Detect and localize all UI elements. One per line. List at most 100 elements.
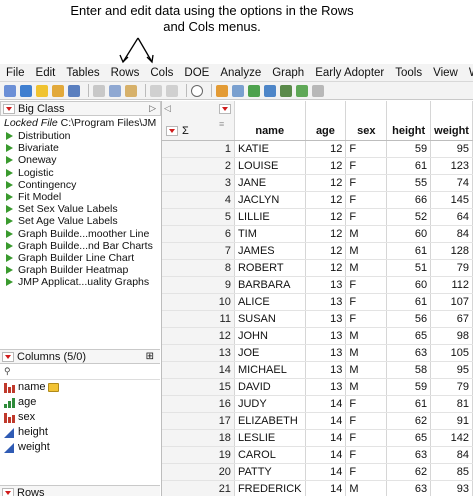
journal-icon[interactable]	[150, 84, 162, 97]
cell-height[interactable]: 61	[386, 157, 432, 175]
cell-name[interactable]: JUDY	[234, 395, 306, 413]
cell-age[interactable]: 14	[305, 480, 347, 496]
menu-edit[interactable]: Edit	[30, 67, 61, 79]
table-script-item[interactable]: Bivariate	[0, 142, 161, 154]
table-row[interactable]: 1 KATIE 12 F 59 95	[162, 140, 473, 158]
cell-height[interactable]: 62	[386, 412, 432, 430]
column-item-age[interactable]: age	[0, 395, 160, 410]
row-number[interactable]: 1	[162, 140, 235, 158]
cell-height[interactable]: 63	[386, 344, 432, 362]
new-data-table-icon[interactable]	[4, 84, 16, 97]
table-script-item[interactable]: Contingency	[0, 179, 161, 191]
cell-name[interactable]: JOHN	[234, 327, 306, 345]
cell-age[interactable]: 13	[305, 378, 347, 396]
row-number[interactable]: 7	[162, 242, 235, 260]
cell-name[interactable]: TIM	[234, 225, 306, 243]
red-triangle-menu-icon[interactable]	[166, 126, 178, 136]
cell-name[interactable]: DAVID	[234, 378, 306, 396]
table-row[interactable]: 19 CAROL 14 F 63 84	[162, 446, 473, 464]
cut-icon[interactable]	[93, 84, 105, 97]
filter-icon[interactable]: ≡	[219, 119, 224, 129]
menu-cols[interactable]: Cols	[144, 67, 178, 79]
run-script-icon[interactable]	[6, 205, 13, 214]
sigma-icon[interactable]: Σ	[182, 125, 189, 137]
cell-age[interactable]: 12	[305, 157, 347, 175]
table-script-item[interactable]: Graph Builde...nd Bar Charts	[0, 240, 161, 252]
row-number[interactable]: 14	[162, 361, 235, 379]
cell-weight[interactable]: 67	[430, 310, 473, 328]
cell-weight[interactable]: 105	[430, 344, 473, 362]
table-row[interactable]: 17 ELIZABETH 14 F 62 91	[162, 412, 473, 430]
new-project-icon[interactable]	[36, 84, 48, 97]
table-script-item[interactable]: Distribution	[0, 130, 161, 142]
cell-age[interactable]: 13	[305, 293, 347, 311]
data-table-icon[interactable]	[216, 84, 228, 97]
cell-name[interactable]: PATTY	[234, 463, 306, 481]
cell-sex[interactable]: F	[345, 463, 388, 481]
row-number[interactable]: 12	[162, 327, 235, 345]
cell-height[interactable]: 51	[386, 259, 432, 277]
cell-sex[interactable]: F	[345, 412, 388, 430]
cell-age[interactable]: 12	[305, 225, 347, 243]
row-number[interactable]: 16	[162, 395, 235, 413]
cell-sex[interactable]: M	[345, 259, 388, 277]
cell-weight[interactable]: 85	[430, 463, 473, 481]
copy-icon[interactable]	[109, 84, 121, 97]
cell-sex[interactable]: F	[345, 310, 388, 328]
table-row[interactable]: 4 JACLYN 12 F 66 145	[162, 191, 473, 209]
table-row[interactable]: 11 SUSAN 13 F 56 67	[162, 310, 473, 328]
column-item-weight[interactable]: weight	[0, 440, 160, 455]
cell-age[interactable]: 13	[305, 327, 347, 345]
cell-height[interactable]: 60	[386, 225, 432, 243]
table-row[interactable]: 16 JUDY 14 F 61 81	[162, 395, 473, 413]
table-row[interactable]: 9 BARBARA 13 F 60 112	[162, 276, 473, 294]
table-row[interactable]: 6 TIM 12 M 60 84	[162, 225, 473, 243]
cell-sex[interactable]: M	[345, 225, 388, 243]
cell-sex[interactable]: M	[345, 327, 388, 345]
cell-name[interactable]: ROBERT	[234, 259, 306, 277]
cell-name[interactable]: ELIZABETH	[234, 412, 306, 430]
cell-name[interactable]: JOE	[234, 344, 306, 362]
table-script-item[interactable]: Graph Builder Heatmap	[0, 264, 161, 276]
corner-cell[interactable]: Σ ◁ ≡	[162, 101, 235, 141]
cell-sex[interactable]: F	[345, 208, 388, 226]
cell-age[interactable]: 12	[305, 259, 347, 277]
cell-weight[interactable]: 84	[430, 225, 473, 243]
column-header-name[interactable]: name	[234, 101, 306, 141]
table-row[interactable]: 12 JOHN 13 M 65 98	[162, 327, 473, 345]
table-row[interactable]: 7 JAMES 12 M 61 128	[162, 242, 473, 260]
cell-height[interactable]: 62	[386, 463, 432, 481]
new-script-icon[interactable]	[20, 84, 32, 97]
cell-sex[interactable]: F	[345, 276, 388, 294]
column-header-age[interactable]: age	[305, 101, 347, 141]
search-icon[interactable]	[191, 84, 203, 97]
table-row[interactable]: 10 ALICE 13 F 61 107	[162, 293, 473, 311]
row-number[interactable]: 20	[162, 463, 235, 481]
columns-viewer-icon[interactable]: ⊞	[146, 351, 154, 362]
red-triangle-menu-icon[interactable]	[2, 351, 14, 362]
cell-height[interactable]: 65	[386, 429, 432, 447]
tabulate-icon[interactable]	[232, 84, 244, 97]
table-script-item[interactable]: Graph Builde...moother Line	[0, 228, 161, 240]
cell-sex[interactable]: M	[345, 344, 388, 362]
column-item-height[interactable]: height	[0, 425, 160, 440]
cell-height[interactable]: 61	[386, 293, 432, 311]
cell-weight[interactable]: 79	[430, 378, 473, 396]
cell-weight[interactable]: 98	[430, 327, 473, 345]
run-script-icon[interactable]	[6, 217, 13, 226]
menu-rows[interactable]: Rows	[105, 67, 145, 79]
cell-sex[interactable]: F	[345, 140, 388, 158]
cell-age[interactable]: 13	[305, 276, 347, 294]
menu-view[interactable]: View	[427, 67, 463, 79]
cell-weight[interactable]: 128	[430, 242, 473, 260]
cell-height[interactable]: 63	[386, 480, 432, 496]
cell-age[interactable]: 14	[305, 395, 347, 413]
run-script-icon[interactable]	[6, 144, 13, 153]
cell-height[interactable]: 66	[386, 191, 432, 209]
cell-sex[interactable]: M	[345, 480, 388, 496]
cell-weight[interactable]: 74	[430, 174, 473, 192]
cell-sex[interactable]: F	[345, 157, 388, 175]
row-number[interactable]: 11	[162, 310, 235, 328]
table-row[interactable]: 8 ROBERT 12 M 51 79	[162, 259, 473, 277]
cell-height[interactable]: 58	[386, 361, 432, 379]
